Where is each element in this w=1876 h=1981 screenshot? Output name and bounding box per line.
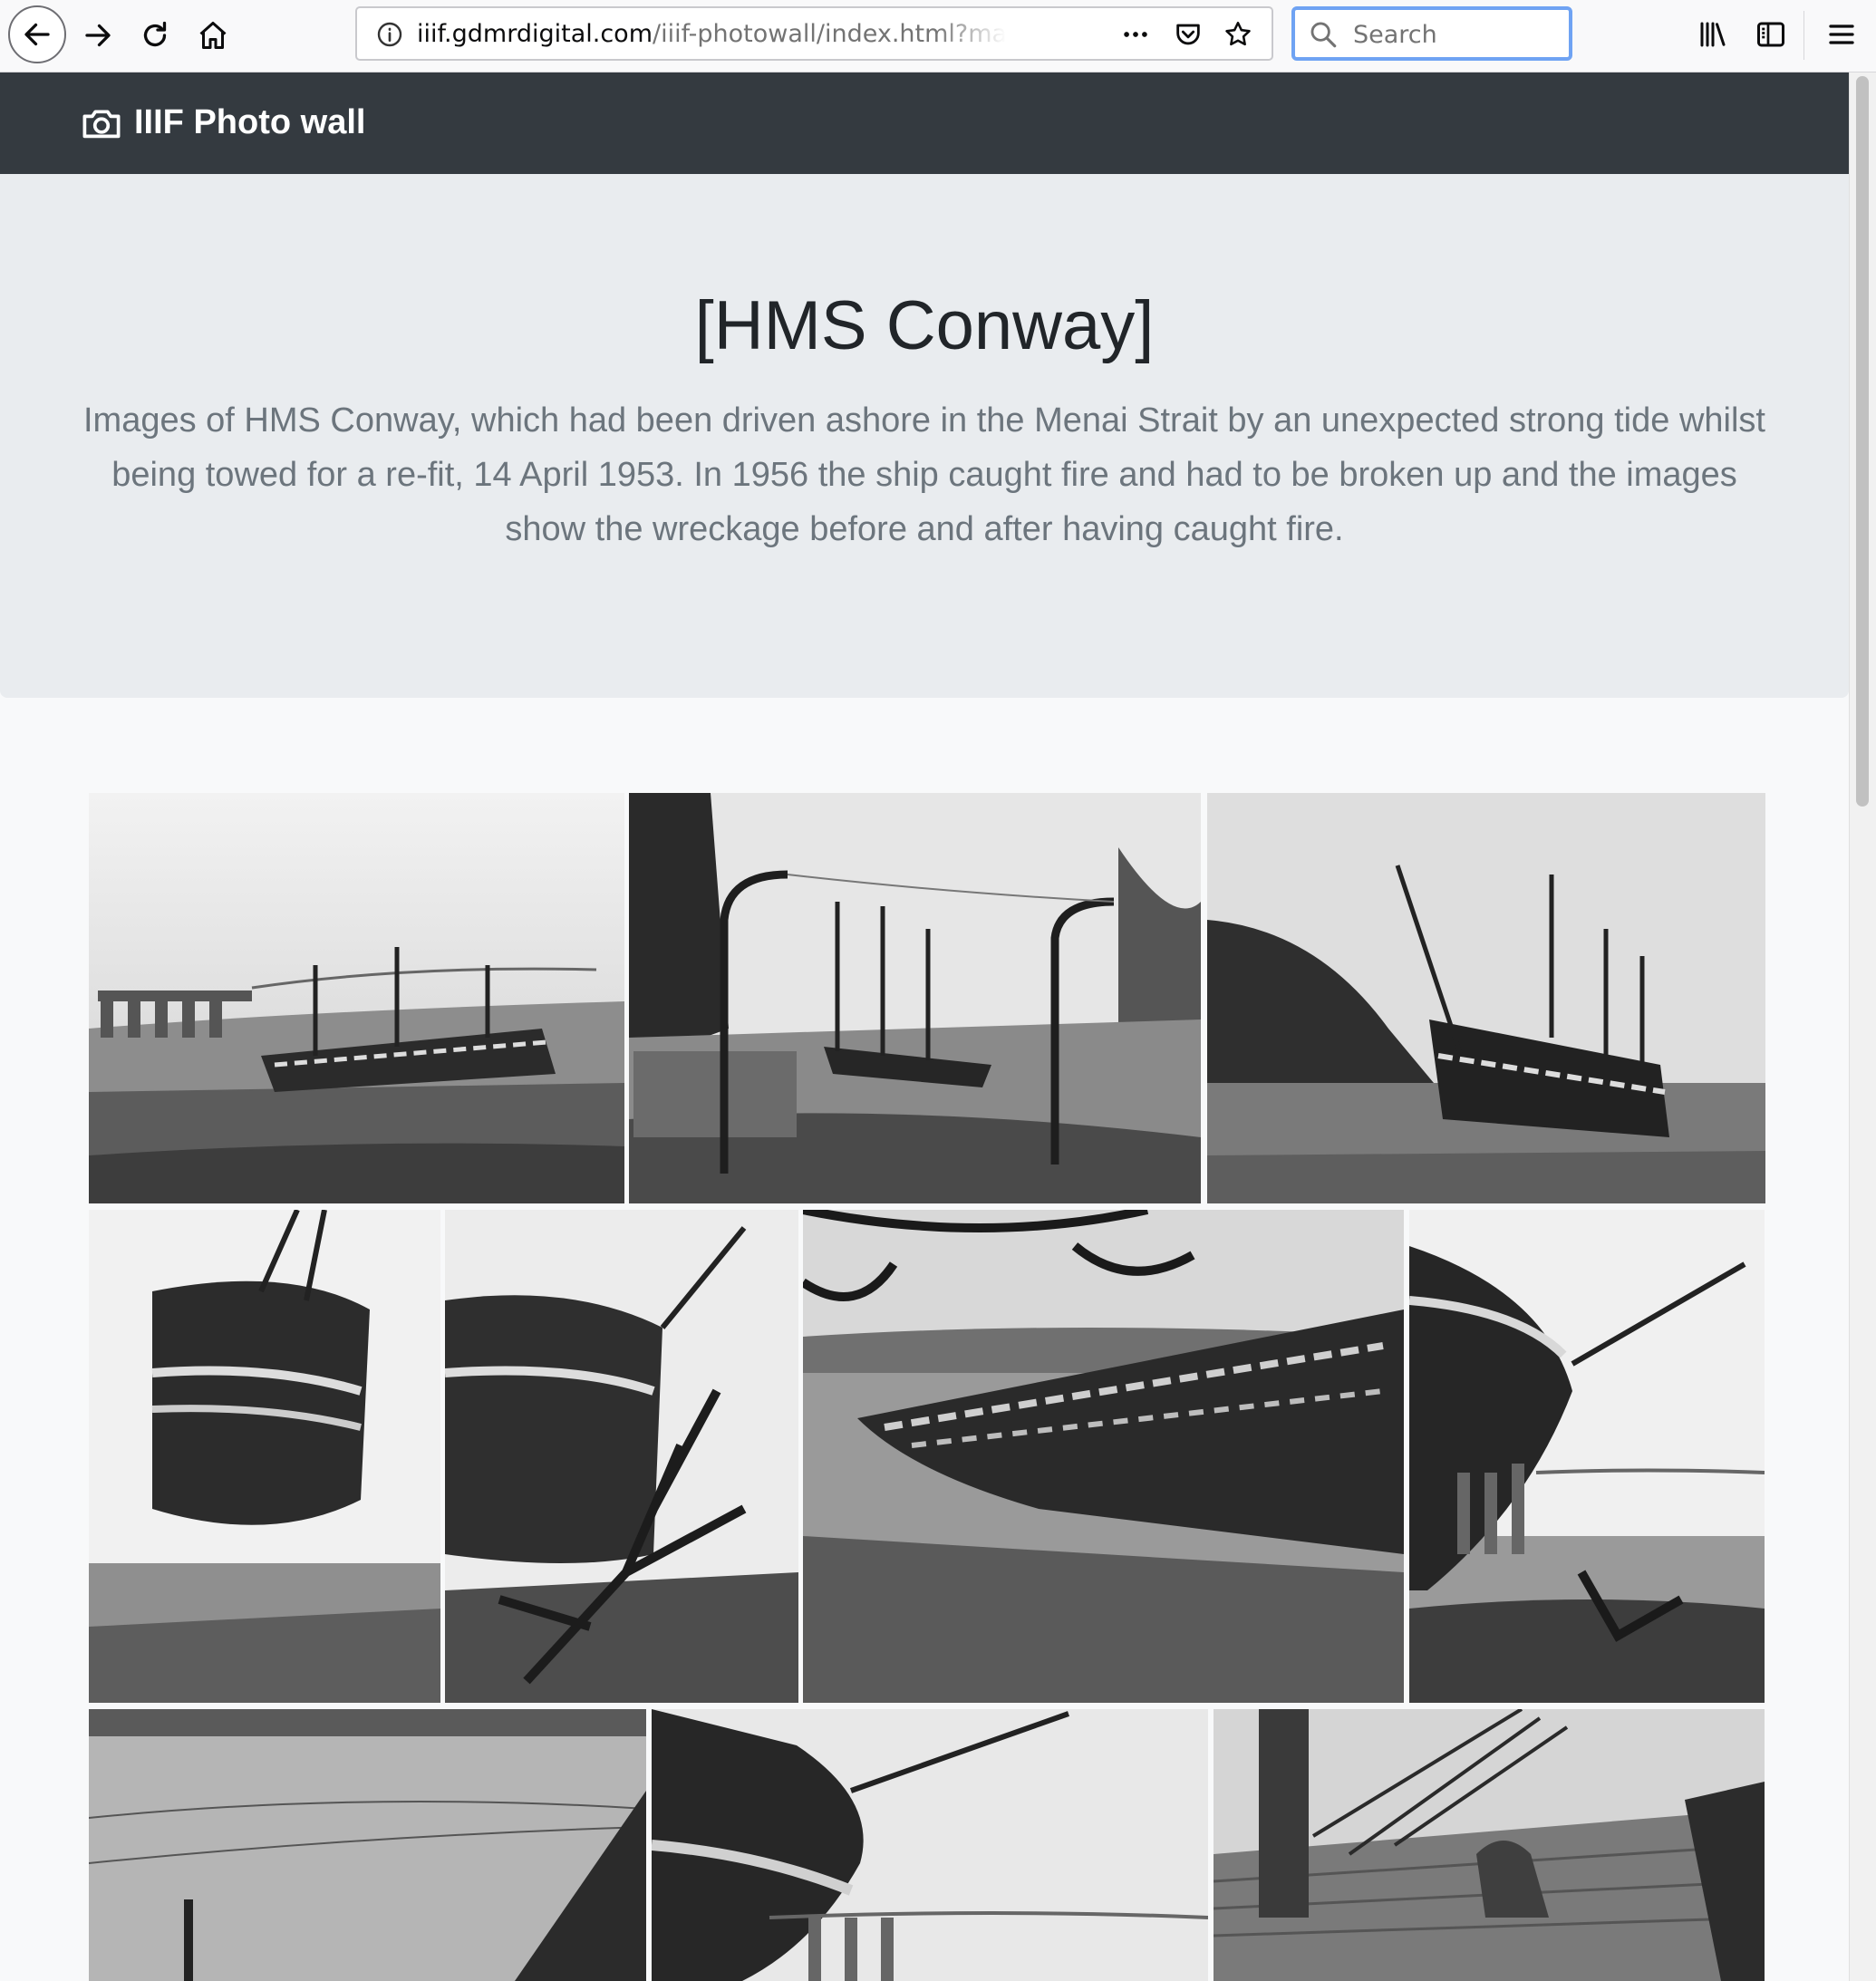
brand-title: IIIF Photo wall: [134, 103, 366, 141]
photo-tile[interactable]: [1409, 1210, 1765, 1703]
search-icon: [1310, 22, 1337, 48]
more-dots-icon: [1124, 32, 1147, 37]
burnt-wreck-photo: [803, 1210, 1404, 1703]
ship-lamps-photo: [629, 793, 1201, 1203]
back-button[interactable]: [8, 5, 66, 63]
info-icon[interactable]: [375, 20, 404, 49]
photo-tile[interactable]: [629, 793, 1201, 1203]
toolbar-divider: [1803, 11, 1804, 60]
photo-tile[interactable]: [803, 1210, 1404, 1703]
photo-tile[interactable]: [1214, 1709, 1765, 1981]
hamburger-icon: [1829, 24, 1854, 44]
home-icon: [199, 22, 227, 49]
home-button[interactable]: [185, 7, 241, 63]
camera-icon: [82, 109, 121, 138]
arrow-right-icon: [85, 24, 111, 47]
library-button[interactable]: [1693, 14, 1733, 54]
ship-bowsprit-photo: [652, 1709, 1208, 1981]
reload-button[interactable]: [127, 7, 183, 63]
water-rope-photo: [89, 1709, 646, 1981]
photo-tile[interactable]: [89, 1709, 646, 1981]
photo-tile[interactable]: [445, 1210, 798, 1703]
brand-link[interactable]: IIIF Photo wall: [82, 103, 365, 142]
sidebar-toggle-button[interactable]: [1751, 14, 1791, 54]
bookmark-star-button[interactable]: [1221, 17, 1255, 52]
url-domain: iiif.gdmrdigital.com: [417, 20, 653, 48]
page-actions-button[interactable]: [1118, 17, 1153, 52]
scrollbar-thumb[interactable]: [1856, 76, 1869, 807]
ship-hull-photo: [89, 1210, 440, 1703]
url-text[interactable]: iiif.gdmrdigital.com/iiif-photowall/inde…: [417, 20, 1006, 48]
collection-description: Images of HMS Conway, which had been dri…: [83, 401, 1765, 548]
ship-fallen-tree-photo: [445, 1210, 798, 1703]
search-bar[interactable]: [1291, 6, 1572, 61]
ship-deck-photo: [1214, 1709, 1765, 1981]
photo-tile[interactable]: [89, 793, 624, 1203]
reload-icon: [143, 21, 167, 47]
site-navbar: IIIF Photo wall: [0, 72, 1849, 174]
browser-toolbar: iiif.gdmrdigital.com/iiif-photowall/inde…: [0, 0, 1876, 72]
collection-title: [HMS Conway]: [694, 287, 1155, 364]
ship-bridge-view-photo: [1409, 1210, 1765, 1703]
forward-button[interactable]: [70, 7, 126, 63]
photo-tile[interactable]: [1207, 793, 1765, 1203]
pocket-button[interactable]: [1171, 17, 1205, 52]
arrow-left-icon: [24, 23, 50, 46]
photo-tile[interactable]: [89, 1210, 440, 1703]
star-icon: [1225, 21, 1251, 46]
ship-bridge-photo: [89, 793, 624, 1203]
url-path: /iiif-photowall/index.html?manifest=h: [653, 20, 1006, 48]
search-input[interactable]: [1351, 17, 1563, 52]
library-icon: [1700, 22, 1726, 47]
hamburger-menu-button[interactable]: [1822, 14, 1861, 54]
photo-tile[interactable]: [652, 1709, 1208, 1981]
url-bar[interactable]: iiif.gdmrdigital.com/iiif-photowall/inde…: [355, 6, 1273, 61]
sidebar-icon: [1757, 22, 1784, 47]
pocket-icon: [1176, 24, 1200, 45]
ship-bow-photo: [1207, 793, 1765, 1203]
